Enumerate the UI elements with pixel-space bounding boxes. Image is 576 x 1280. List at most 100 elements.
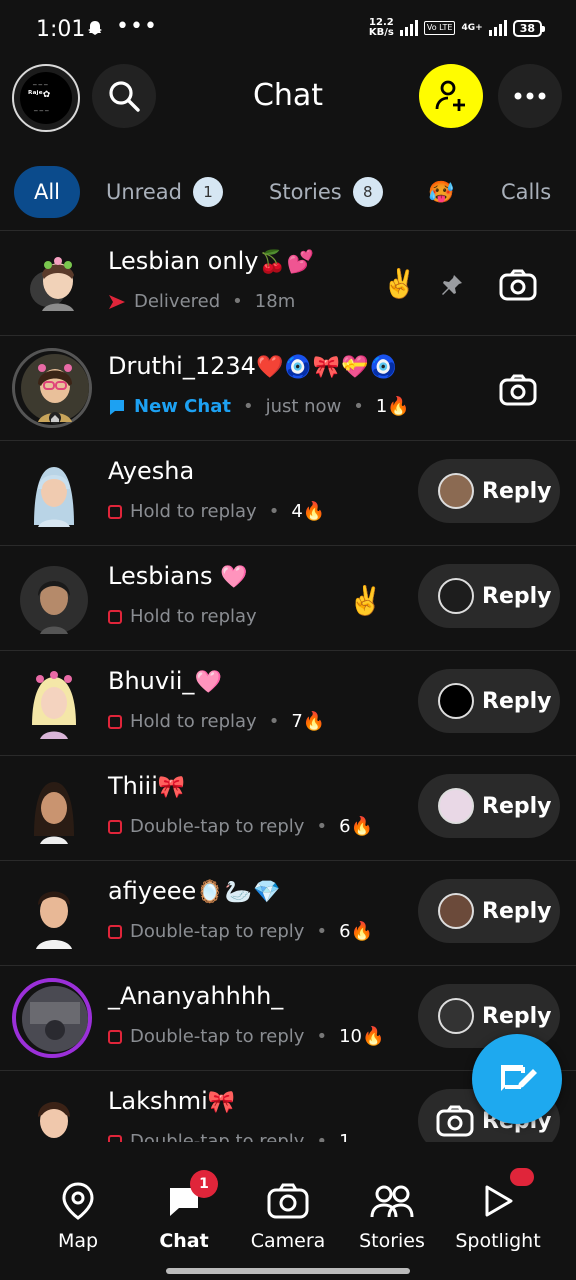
nav-camera[interactable]: Camera (236, 1180, 340, 1252)
status-bar: 1:01 ••• 12.2 KB/s Vo LTE 4G+ 38 (0, 0, 576, 62)
reply-avatar (438, 473, 474, 509)
chat-name-emoji: 🍒💕 (258, 250, 316, 275)
snap-received-icon (108, 1029, 122, 1044)
add-friend-icon (435, 80, 465, 111)
tab-unread[interactable]: Unread 1 (106, 166, 223, 218)
chat-time: 18m (254, 291, 296, 312)
status-time: 1:01 (36, 17, 86, 42)
chat-header: ─ ─ ─ ᴿᵃʲᵉ✿ ─ ─ ─ Chat (0, 62, 576, 134)
chat-name-emoji: 🩷 (194, 670, 223, 695)
nav-map[interactable]: Map (26, 1180, 130, 1252)
streak-count: 1🔥 (375, 396, 410, 417)
chat-row[interactable]: Lesbians 🩷 Hold to replay ✌️ Reply (0, 546, 576, 651)
chat-status: New Chat (134, 396, 231, 417)
camera-button[interactable] (498, 265, 538, 305)
reply-button[interactable]: Reply (418, 669, 560, 733)
reply-avatar (438, 788, 474, 824)
add-friend-button[interactable] (419, 64, 483, 128)
snap-received-icon (108, 819, 122, 834)
bitmoji-avatar (38, 1102, 70, 1138)
nav-spotlight[interactable]: Spotlight (446, 1168, 550, 1252)
chat-name: Bhuvii_ (108, 667, 195, 695)
filter-tabs: All Unread 1 Stories 8 🥵 Calls (0, 160, 576, 222)
volte-badge: Vo LTE (423, 21, 456, 35)
chat-name-emoji: ❤️🧿🎀💝🧿 (255, 355, 398, 380)
signal-icon-2 (488, 20, 507, 36)
stories-count-badge: 8 (352, 177, 383, 207)
camera-icon (267, 1183, 309, 1219)
compose-chat-icon (501, 1065, 537, 1091)
victory-hand-icon: ✌️ (348, 584, 383, 617)
friends-icon (370, 1185, 414, 1218)
status-more: ••• (116, 14, 158, 39)
bitmoji-avatar (21, 354, 89, 424)
unread-count-badge: 1 (192, 177, 223, 207)
tab-stories[interactable]: Stories 8 (269, 166, 383, 218)
battery-icon: 38 (512, 19, 546, 37)
chat-row[interactable]: afiyeee🪞🦢💎 Double-tap to reply • 6🔥 Repl… (0, 861, 576, 966)
snap-received-icon (108, 609, 122, 624)
chat-list[interactable]: Lesbian only🍒💕 Delivered • 18m ✌️ Druthi… (0, 230, 576, 1143)
chat-name: afiyeee (108, 877, 197, 905)
chat-name-emoji: 🩷 (220, 565, 249, 590)
tab-all[interactable]: All (14, 166, 80, 218)
chat-name-emoji: 🎀 (207, 1090, 237, 1115)
reply-button[interactable]: Reply (418, 564, 560, 628)
streak-count: 6🔥 (339, 816, 373, 837)
chat-name: Ayesha (108, 457, 195, 485)
home-indicator[interactable] (166, 1268, 410, 1274)
bitmoji-avatar (20, 566, 88, 634)
more-options-button[interactable] (498, 64, 562, 128)
chat-row[interactable]: Lesbian only🍒💕 Delivered • 18m ✌️ (0, 231, 576, 336)
more-icon (514, 92, 546, 100)
reply-button[interactable]: Reply (418, 459, 560, 523)
tab-hot-face[interactable]: 🥵 (428, 166, 454, 218)
nav-stories[interactable]: Stories (340, 1180, 444, 1252)
reply-avatar (438, 893, 474, 929)
streak-count: 4🔥 (291, 501, 326, 522)
nav-chat[interactable]: 1 Chat (132, 1170, 236, 1252)
bitmoji-avatar (32, 671, 76, 739)
signal-icon (399, 20, 418, 36)
spotlight-new-dot (510, 1168, 534, 1186)
reply-button[interactable]: Reply (418, 879, 560, 943)
play-icon (485, 1185, 513, 1217)
chat-name: Lakshmi (108, 1087, 208, 1115)
chat-row[interactable]: Thiii🎀 Double-tap to reply • 6🔥 Reply (0, 756, 576, 861)
tab-calls[interactable]: Calls (501, 166, 551, 218)
chat-status: Hold to replay (130, 501, 257, 522)
chat-status: Delivered (134, 291, 221, 312)
pin-icon (442, 275, 462, 295)
chat-name: Lesbians (108, 562, 213, 590)
delivered-arrow-icon (109, 294, 125, 309)
streak-count: 10🔥 (339, 1026, 385, 1047)
reply-avatar (438, 683, 474, 719)
network-speed: 12.2 KB/s (368, 17, 394, 38)
chat-time: just now (265, 396, 342, 417)
streak-count: 6🔥 (339, 921, 373, 942)
bitmoji-avatar (34, 782, 74, 844)
chat-name: Lesbian only (108, 247, 259, 275)
reply-button[interactable]: Reply (418, 984, 560, 1048)
chat-unread-badge: 1 (190, 1170, 218, 1198)
bitmoji-avatar (34, 467, 74, 527)
chat-status: Hold to replay (130, 606, 257, 627)
new-chat-button[interactable] (472, 1034, 562, 1124)
victory-hand-icon: ✌️ (382, 267, 417, 300)
chat-status: Double-tap to reply (130, 921, 305, 942)
chat-status: Hold to replay (130, 711, 257, 732)
reply-button[interactable]: Reply (418, 774, 560, 838)
bottom-navigation: Map 1 Chat Camera Stories Spotlight (0, 1142, 576, 1280)
chat-name: Druthi_1234 (108, 352, 256, 380)
chat-name: Thiii (108, 772, 158, 800)
camera-icon (499, 269, 537, 301)
chat-row[interactable]: Druthi_1234❤️🧿🎀💝🧿 New Chat • just now • … (0, 336, 576, 441)
snap-received-icon (108, 504, 122, 519)
chat-row[interactable]: Ayesha Hold to replay • 4🔥 Reply (0, 441, 576, 546)
snap-received-icon (108, 714, 122, 729)
new-chat-bubble-icon (110, 399, 124, 415)
chat-name: _Ananyahhhh_ (108, 982, 284, 1010)
camera-button[interactable] (498, 370, 538, 410)
chat-row[interactable]: Bhuvii_🩷 Hold to replay • 7🔥 Reply (0, 651, 576, 756)
map-pin-icon (62, 1182, 94, 1220)
